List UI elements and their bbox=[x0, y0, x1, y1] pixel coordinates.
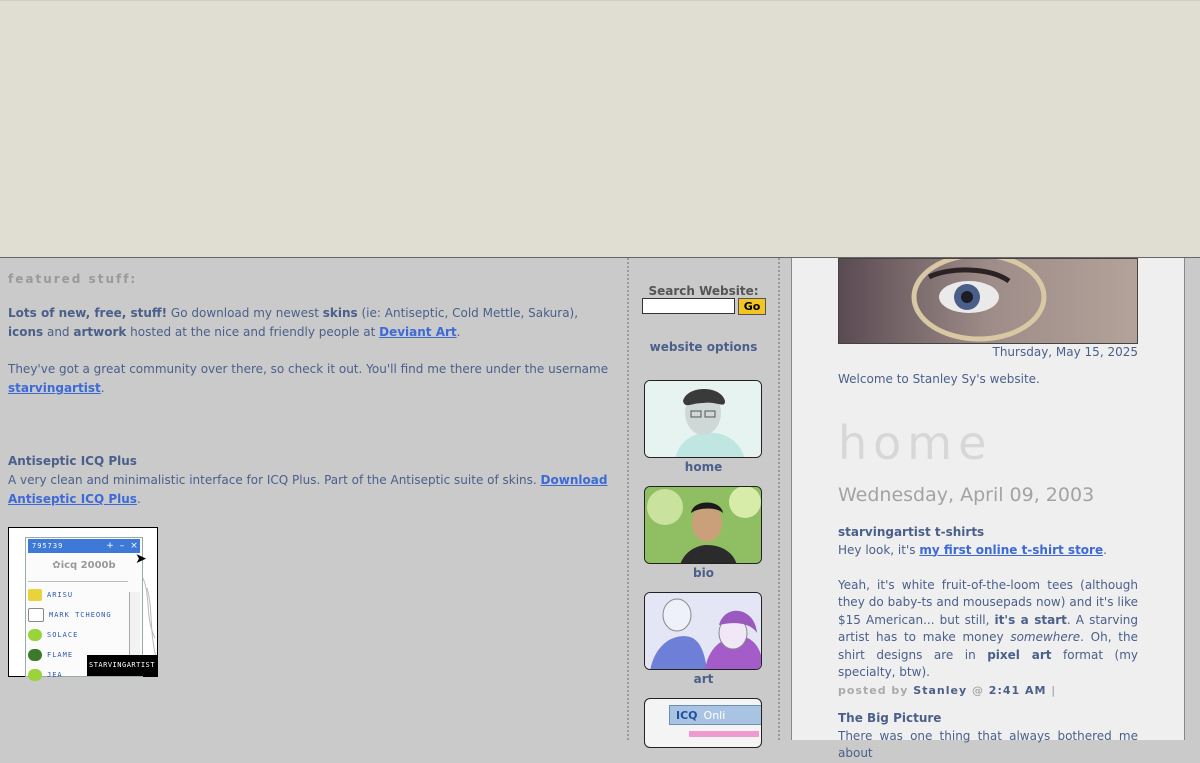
featured-community: They've got a great community over there… bbox=[8, 362, 609, 395]
icq-skin-thumbnail[interactable]: 795739 + – × ✿icq 2000b ARISU MARK TCHEO… bbox=[8, 527, 158, 681]
icq-titlebar: 795739 + – × bbox=[28, 539, 140, 553]
flower-icon bbox=[28, 629, 42, 641]
search-label: Search Website: bbox=[648, 284, 759, 298]
list-item: SOLACE bbox=[28, 625, 128, 645]
post-tshirts: starvingartist t-shirts Hey look, it's m… bbox=[838, 524, 1138, 699]
post-body: There was one thing that always bothered… bbox=[838, 728, 1138, 761]
nav-art-image[interactable] bbox=[644, 592, 762, 670]
go-button[interactable]: Go bbox=[738, 298, 766, 315]
nav-home-label[interactable]: home bbox=[629, 460, 778, 474]
list-item: MARK TCHEONG bbox=[28, 605, 128, 625]
post-body: Yeah, it's white fruit-of-the-loom tees … bbox=[838, 577, 1139, 680]
nav-bio-image[interactable] bbox=[644, 486, 762, 564]
drawing-image bbox=[645, 593, 761, 669]
search-input[interactable] bbox=[642, 298, 735, 314]
welcome-text: Welcome to Stanley Sy's website. bbox=[838, 372, 1040, 386]
note-icon bbox=[28, 589, 42, 601]
icq-nav-bar: ICQ Onli bbox=[669, 705, 761, 725]
current-date: Thursday, May 15, 2025 bbox=[992, 345, 1139, 359]
author-link[interactable]: Stanley bbox=[913, 684, 967, 697]
photo-image bbox=[645, 487, 761, 563]
page-title: home bbox=[838, 416, 993, 470]
post-date: Wednesday, April 09, 2003 bbox=[838, 484, 1095, 506]
icq-plus-description: A very clean and minimalistic interface … bbox=[8, 473, 608, 506]
cursor-icon: ➤ bbox=[135, 551, 147, 567]
icq-nav-text: ICQ bbox=[676, 708, 698, 722]
nav-bio-label[interactable]: bio bbox=[629, 566, 778, 580]
nav-home-image[interactable] bbox=[644, 380, 762, 458]
featured-section: featured stuff: Lots of new, free, stuff… bbox=[8, 270, 616, 681]
tshirt-store-link[interactable]: my first online t-shirt store bbox=[919, 543, 1103, 557]
deviant-art-link[interactable]: Deviant Art bbox=[379, 325, 457, 339]
flower-icon bbox=[28, 669, 42, 681]
icq-plus-title: Antiseptic ICQ Plus bbox=[8, 454, 137, 468]
post-line: Hey look, it's my first online t-shirt s… bbox=[838, 542, 1107, 557]
starvingartist-tag: STARVINGARTIST bbox=[86, 655, 157, 676]
username-link[interactable]: starvingartist bbox=[8, 381, 101, 395]
eye-photo bbox=[839, 259, 1137, 343]
website-options-sidebar: Search Website: Go website options home … bbox=[627, 258, 780, 748]
icq-logo: ✿icq 2000b bbox=[52, 560, 116, 571]
post-title: starvingartist t-shirts bbox=[838, 525, 985, 539]
icq-nav-status: Onli bbox=[703, 708, 726, 722]
post-big-picture: The Big Picture There was one thing that… bbox=[838, 710, 1138, 763]
featured-intro: Lots of new, free, stuff! Go download my… bbox=[8, 306, 579, 339]
nav-art-label[interactable]: art bbox=[629, 672, 778, 686]
top-banner-area bbox=[0, 0, 1200, 258]
featured-heading: featured stuff: bbox=[8, 272, 138, 286]
website-options-title: website options bbox=[649, 340, 758, 354]
eye-banner-image bbox=[838, 258, 1138, 344]
permalink-time[interactable]: 2:41 AM bbox=[989, 684, 1047, 697]
flower-icon: ✿ bbox=[52, 560, 61, 571]
flower-icon bbox=[28, 649, 42, 661]
post-meta: posted by Stanley @ 2:41 AM | bbox=[838, 683, 1057, 697]
file-icon bbox=[28, 608, 44, 622]
list-item: ARISU bbox=[28, 585, 128, 605]
minimize-icon: – bbox=[119, 540, 125, 551]
main-content: Thursday, May 15, 2025 Welcome to Stanle… bbox=[791, 258, 1185, 760]
pink-bar-decoration bbox=[689, 731, 759, 737]
nav-icq-image[interactable]: ICQ Onli bbox=[644, 698, 762, 748]
portrait-image bbox=[645, 381, 761, 457]
post-title: The Big Picture bbox=[838, 711, 942, 725]
sketch-decoration bbox=[142, 577, 157, 659]
plus-icon: + bbox=[106, 540, 114, 551]
